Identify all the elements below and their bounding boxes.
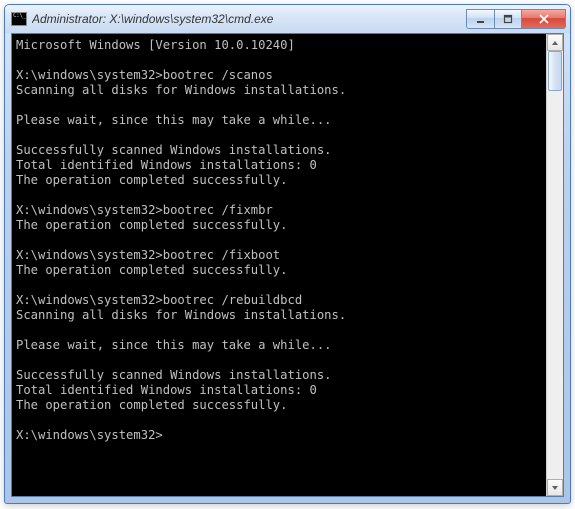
scroll-track[interactable] xyxy=(547,51,563,479)
window-title: Administrator: X:\windows\system32\cmd.e… xyxy=(32,12,466,26)
close-button[interactable] xyxy=(522,9,566,29)
cmd-window: Administrator: X:\windows\system32\cmd.e… xyxy=(4,4,571,504)
cmd-icon xyxy=(11,12,27,26)
minimize-button[interactable] xyxy=(466,9,494,29)
scroll-up-button[interactable] xyxy=(547,34,563,51)
terminal-output[interactable]: Microsoft Windows [Version 10.0.10240] X… xyxy=(12,34,546,496)
scroll-down-button[interactable] xyxy=(547,479,563,496)
client-area: Microsoft Windows [Version 10.0.10240] X… xyxy=(11,33,564,497)
vertical-scrollbar[interactable] xyxy=(546,34,563,496)
maximize-button[interactable] xyxy=(494,9,522,29)
titlebar[interactable]: Administrator: X:\windows\system32\cmd.e… xyxy=(5,5,570,33)
scroll-thumb[interactable] xyxy=(548,51,562,91)
window-controls xyxy=(466,9,566,29)
